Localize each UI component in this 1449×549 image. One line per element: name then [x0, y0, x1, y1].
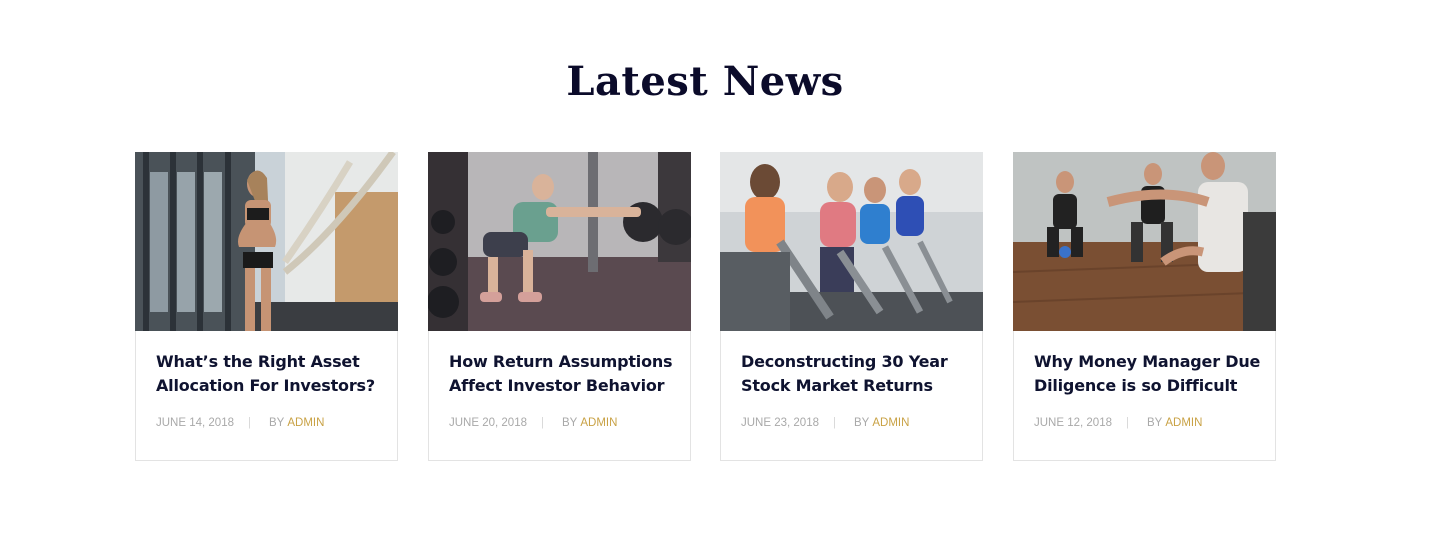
news-card-image-battle-ropes[interactable]	[135, 152, 398, 331]
meta-separator: |	[248, 417, 251, 429]
senior-squat-photo	[428, 152, 691, 331]
news-card-meta: JUNE 14, 2018 | BY ADMIN	[156, 417, 324, 429]
news-card-author-link[interactable]: ADMIN	[1165, 417, 1202, 429]
news-card-author-link[interactable]: ADMIN	[287, 417, 324, 429]
news-card-author-link[interactable]: ADMIN	[872, 417, 909, 429]
news-card-meta: JUNE 20, 2018 | BY ADMIN	[449, 417, 617, 429]
news-card-image-senior-squat[interactable]	[428, 152, 691, 331]
news-card-by-label: BY	[562, 417, 578, 429]
news-card-meta: JUNE 12, 2018 | BY ADMIN	[1034, 417, 1202, 429]
news-card-by-label: BY	[1147, 417, 1163, 429]
news-card: What’s the Right Asset Allocation For In…	[135, 152, 398, 461]
news-card-by-label: BY	[269, 417, 285, 429]
news-card-by-label: BY	[854, 417, 870, 429]
news-card-image-spin-class[interactable]	[720, 152, 983, 331]
news-card-date: JUNE 23, 2018	[741, 417, 819, 429]
battle-ropes-photo	[135, 152, 398, 331]
spin-class-photo	[720, 152, 983, 331]
meta-separator: |	[1126, 417, 1129, 429]
news-card-date: JUNE 20, 2018	[449, 417, 527, 429]
meta-separator: |	[541, 417, 544, 429]
kettlebell-class-photo	[1013, 152, 1276, 331]
news-card-title[interactable]: What’s the Right Asset Allocation For In…	[156, 350, 386, 398]
news-card-title[interactable]: Deconstructing 30 Year Stock Market Retu…	[741, 350, 971, 398]
news-card-date: JUNE 12, 2018	[1034, 417, 1112, 429]
news-card-title[interactable]: How Return Assumptions Affect Investor B…	[449, 350, 679, 398]
meta-separator: |	[833, 417, 836, 429]
news-card-image-kettlebell-class[interactable]	[1013, 152, 1276, 331]
section-title: Latest News	[566, 58, 844, 105]
news-card: How Return Assumptions Affect Investor B…	[428, 152, 691, 461]
news-grid: What’s the Right Asset Allocation For In…	[135, 152, 1276, 462]
news-card: Why Money Manager Due Diligence is so Di…	[1013, 152, 1276, 461]
news-card-title[interactable]: Why Money Manager Due Diligence is so Di…	[1034, 350, 1264, 398]
news-card: Deconstructing 30 Year Stock Market Retu…	[720, 152, 983, 461]
news-card-author-link[interactable]: ADMIN	[580, 417, 617, 429]
news-card-meta: JUNE 23, 2018 | BY ADMIN	[741, 417, 909, 429]
news-card-date: JUNE 14, 2018	[156, 417, 234, 429]
